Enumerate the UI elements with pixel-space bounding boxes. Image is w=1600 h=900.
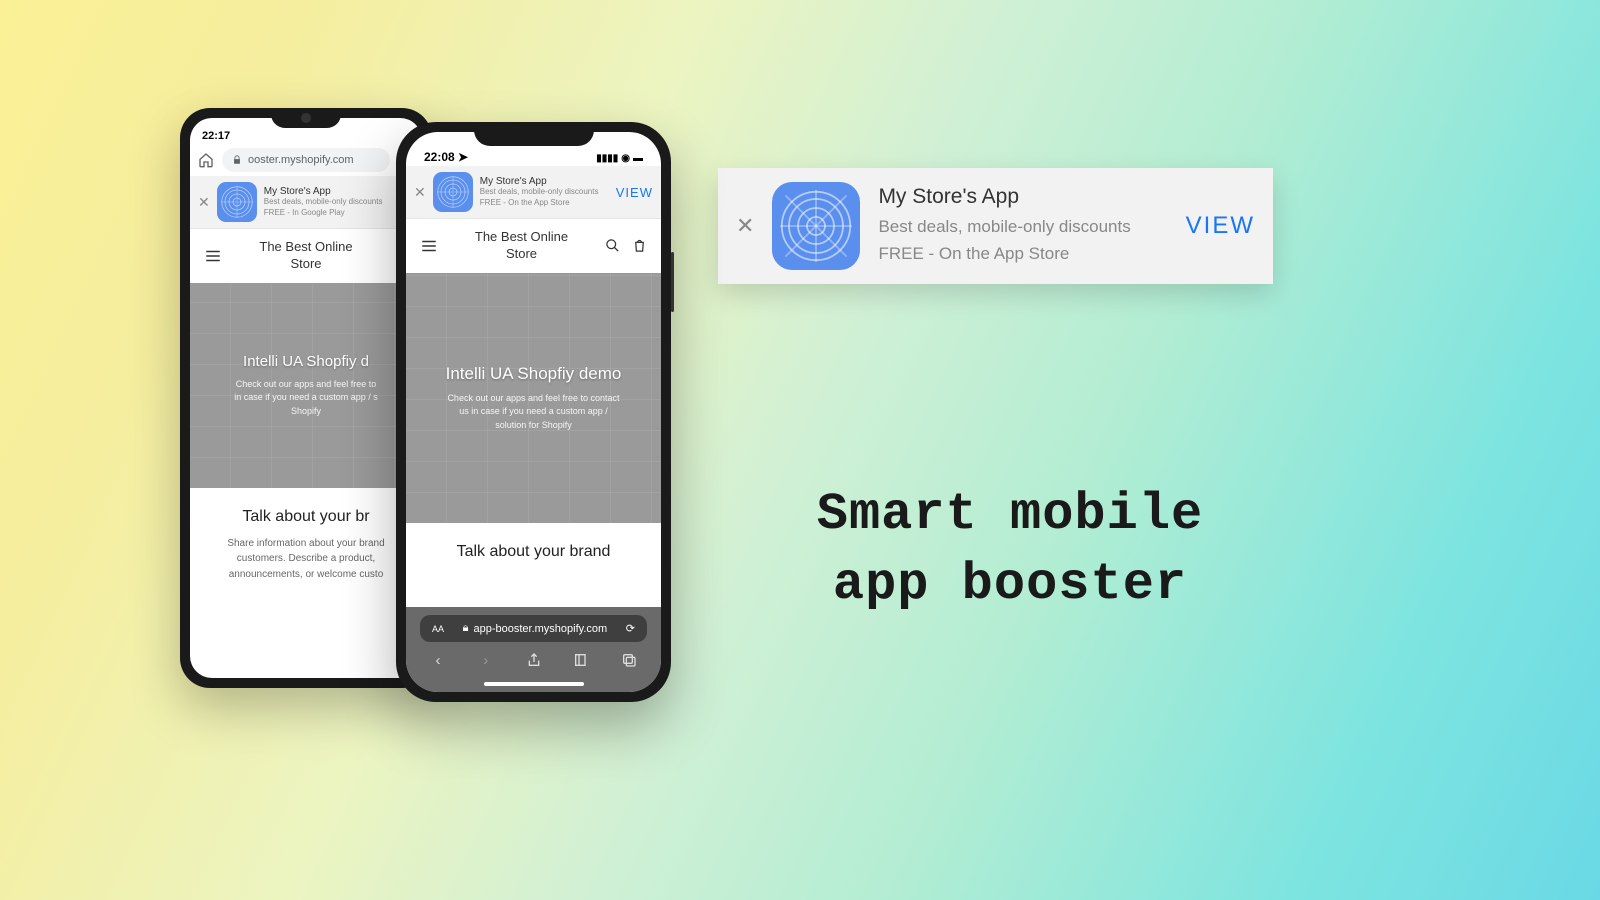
store-title: The Best OnlineStore	[222, 239, 390, 273]
battery-icon: ▬	[633, 153, 643, 164]
brand-section: Talk about your br Share information abo…	[190, 488, 422, 603]
brand-text: Share information about your brand custo…	[204, 536, 408, 583]
ios-phone-mockup: 22:08 ➤ ▮▮▮▮ ◉ ▬ ✕ My Store's App Best d…	[396, 122, 671, 702]
banner-tagline: Best deals, mobile-only discounts	[480, 187, 609, 197]
android-time: 22:17	[202, 130, 230, 142]
banner-app-name: My Store's App	[264, 186, 414, 197]
banner-availability: FREE - On the App Store	[878, 241, 1167, 267]
bag-icon[interactable]	[632, 238, 647, 253]
view-button[interactable]: VIEW	[1186, 212, 1255, 240]
reload-icon[interactable]: ⟳	[626, 622, 635, 635]
brand-title: Talk about your brand	[420, 543, 647, 561]
hamburger-icon[interactable]	[204, 247, 222, 265]
search-icon[interactable]	[605, 238, 620, 253]
ios-time: 22:08	[424, 150, 455, 164]
banner-availability: FREE - In Google Play	[264, 208, 414, 218]
back-icon[interactable]: ‹	[428, 652, 448, 672]
banner-app-name: My Store's App	[480, 176, 609, 187]
home-indicator[interactable]	[484, 682, 584, 686]
hero-subtitle: Check out our apps and feel free to in c…	[234, 378, 378, 419]
tabs-icon[interactable]	[619, 652, 639, 672]
marketing-headline: Smart mobileapp booster	[760, 480, 1260, 620]
store-header: The Best OnlineStore	[190, 229, 422, 283]
location-icon: ➤	[458, 150, 468, 164]
wifi-icon: ◉	[621, 153, 630, 164]
home-icon[interactable]	[198, 152, 214, 168]
hero-title: Intelli UA Shopfiy d	[243, 353, 369, 370]
hamburger-icon[interactable]	[420, 237, 438, 255]
brand-section: Talk about your brand	[406, 523, 661, 591]
share-icon[interactable]	[524, 652, 544, 672]
app-icon	[772, 182, 860, 270]
hero-subtitle: Check out our apps and feel free to cont…	[447, 392, 619, 433]
banner-tagline: Best deals, mobile-only discounts	[878, 214, 1167, 240]
view-button[interactable]: VIEW	[616, 185, 653, 200]
close-icon[interactable]: ✕	[736, 213, 754, 239]
forward-icon[interactable]: ›	[476, 652, 496, 672]
bookmarks-icon[interactable]	[571, 652, 591, 672]
close-icon[interactable]: ✕	[414, 185, 426, 199]
lock-icon	[232, 155, 242, 165]
android-address-bar: ooster.myshopify.com +	[190, 144, 422, 176]
brand-title: Talk about your br	[204, 508, 408, 526]
android-phone-mockup: 22:17 ooster.myshopify.com + ✕ My Store'…	[180, 108, 432, 688]
store-header: The Best OnlineStore	[406, 219, 661, 273]
banner-availability: FREE - On the App Store	[480, 198, 609, 208]
smart-app-banner-card: ✕ My Store's App Best deals, mobile-only…	[718, 168, 1273, 284]
ios-smart-app-banner: ✕ My Store's App Best deals, mobile-only…	[406, 166, 661, 219]
lock-icon: 🔒︎	[463, 622, 469, 635]
app-icon	[217, 182, 257, 222]
banner-tagline: Best deals, mobile-only discounts	[264, 197, 414, 207]
store-title: The Best OnlineStore	[438, 229, 605, 263]
signal-icon: ▮▮▮▮	[596, 153, 618, 164]
android-smart-app-banner: ✕ My Store's App Best deals, mobile-only…	[190, 176, 422, 229]
app-icon	[433, 172, 473, 212]
android-url-field[interactable]: ooster.myshopify.com	[222, 148, 390, 172]
safari-url-bar[interactable]: AA 🔒︎app-booster.myshopify.com ⟳	[420, 615, 647, 642]
hero-section: Intelli UA Shopfiy d Check out our apps …	[190, 283, 422, 488]
banner-app-name: My Store's App	[878, 185, 1167, 209]
hero-section: Intelli UA Shopfiy demo Check out our ap…	[406, 273, 661, 523]
close-icon[interactable]: ✕	[198, 195, 210, 209]
text-size-icon[interactable]: AA	[432, 624, 444, 634]
safari-bottom-bar: AA 🔒︎app-booster.myshopify.com ⟳ ‹ ›	[406, 607, 661, 692]
hero-title: Intelli UA Shopfiy demo	[446, 364, 622, 384]
